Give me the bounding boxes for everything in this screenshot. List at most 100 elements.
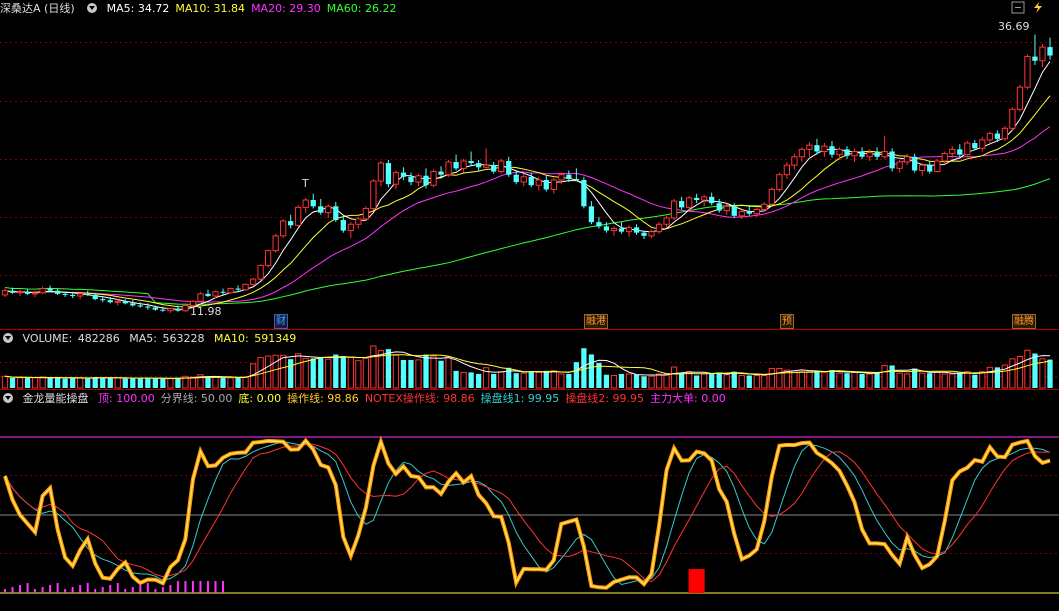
- candle-body: [333, 206, 339, 221]
- volume-bar: [603, 374, 610, 388]
- candle-body: [385, 163, 392, 185]
- volume-bar: [31, 377, 39, 389]
- candle-body: [844, 149, 850, 156]
- candle-body: [1039, 46, 1046, 62]
- volume-bar: [340, 356, 346, 388]
- volume-bar: [746, 375, 752, 388]
- candle-body: [212, 291, 219, 297]
- candle-body: [678, 201, 685, 208]
- volume-bar: [392, 354, 400, 389]
- volume-bar: [408, 359, 414, 388]
- candle-body: [430, 171, 437, 186]
- volume-bar: [100, 377, 106, 388]
- candle-body: [934, 160, 941, 173]
- volume-bar: [468, 372, 474, 388]
- volume-bar: [1024, 349, 1031, 389]
- volume-bar: [979, 371, 986, 389]
- candle-body: [761, 203, 768, 210]
- candle-body: [866, 152, 873, 158]
- candle-body: [821, 145, 828, 152]
- volume-bar: [670, 366, 678, 389]
- volume-bar: [986, 366, 993, 389]
- volume-bar: [701, 373, 708, 389]
- candle-body: [340, 220, 346, 231]
- volume-bar: [415, 359, 422, 389]
- candle-body: [370, 180, 377, 209]
- volume-bar: [16, 377, 24, 389]
- candle-body: [242, 283, 249, 291]
- candle-body: [543, 179, 549, 190]
- volume-bar: [520, 372, 527, 389]
- candle-body: [768, 188, 775, 205]
- volume-bar: [400, 359, 407, 388]
- ma60-line: [4, 178, 1051, 305]
- candle-body: [347, 223, 354, 232]
- stock-chart[interactable]: [0, 0, 1059, 611]
- volume-bar: [866, 373, 873, 389]
- volume-bar: [716, 372, 722, 388]
- candle-body: [400, 172, 407, 177]
- candle-body: [175, 308, 181, 311]
- candle-body: [550, 179, 557, 190]
- volume-bar: [641, 376, 647, 388]
- volume-bar: [122, 378, 128, 388]
- volume-bar: [107, 377, 113, 388]
- volume-bar: [821, 371, 828, 389]
- volume-bar: [836, 372, 843, 389]
- candle-body: [152, 307, 158, 310]
- candle-body: [927, 165, 933, 172]
- candle-body: [476, 163, 482, 168]
- volume-bar: [694, 375, 700, 388]
- volume-bar: [167, 378, 174, 389]
- volume-bar: [1032, 353, 1038, 388]
- volume-bar: [513, 373, 519, 388]
- candle-body: [130, 303, 136, 306]
- candle-body: [280, 220, 287, 237]
- candle-body: [701, 196, 708, 201]
- candle-body: [189, 300, 197, 306]
- volume-bar: [242, 376, 249, 389]
- candle-body: [1001, 127, 1009, 140]
- candle-body: [264, 250, 272, 266]
- operation-line-inner: [4, 439, 1051, 589]
- volume-bar: [798, 371, 806, 389]
- volume-bar: [889, 365, 895, 388]
- candle-body: [392, 172, 400, 185]
- candle-body: [468, 160, 474, 164]
- volume-bar: [1, 375, 9, 389]
- volume-bar: [220, 377, 226, 388]
- volume-bar: [618, 373, 625, 388]
- candle-body: [694, 197, 700, 200]
- volume-bar: [573, 362, 579, 388]
- volume-bar: [24, 377, 31, 388]
- volume-bar: [430, 355, 437, 389]
- volume-bar: [791, 370, 798, 389]
- candle-body: [588, 206, 595, 223]
- volume-bar: [160, 378, 166, 388]
- candle-body: [295, 206, 302, 226]
- volume-bar: [302, 357, 309, 389]
- volume-bar: [753, 375, 760, 389]
- candle-body: [205, 293, 211, 296]
- candle-body: [874, 152, 880, 157]
- candle-body: [39, 288, 46, 294]
- candle-body: [1, 290, 9, 296]
- candle-body: [994, 133, 1001, 139]
- candle-body: [70, 294, 76, 296]
- volume-bar: [491, 373, 497, 388]
- volume-bar: [806, 371, 813, 389]
- candle-body: [709, 196, 715, 204]
- buy-signal-block: [688, 569, 705, 593]
- volume-bar: [881, 364, 888, 389]
- volume-bar: [205, 377, 211, 388]
- candle-body: [182, 304, 189, 312]
- candle-body: [453, 162, 459, 169]
- volume-bar: [768, 368, 775, 389]
- volume-bar: [423, 354, 429, 388]
- operation-line-outer: [3, 435, 1051, 590]
- volume-bar: [453, 370, 459, 388]
- candle-body: [949, 148, 956, 155]
- volume-bar: [663, 373, 670, 389]
- candle-body: [716, 203, 722, 211]
- candle-body: [912, 156, 918, 171]
